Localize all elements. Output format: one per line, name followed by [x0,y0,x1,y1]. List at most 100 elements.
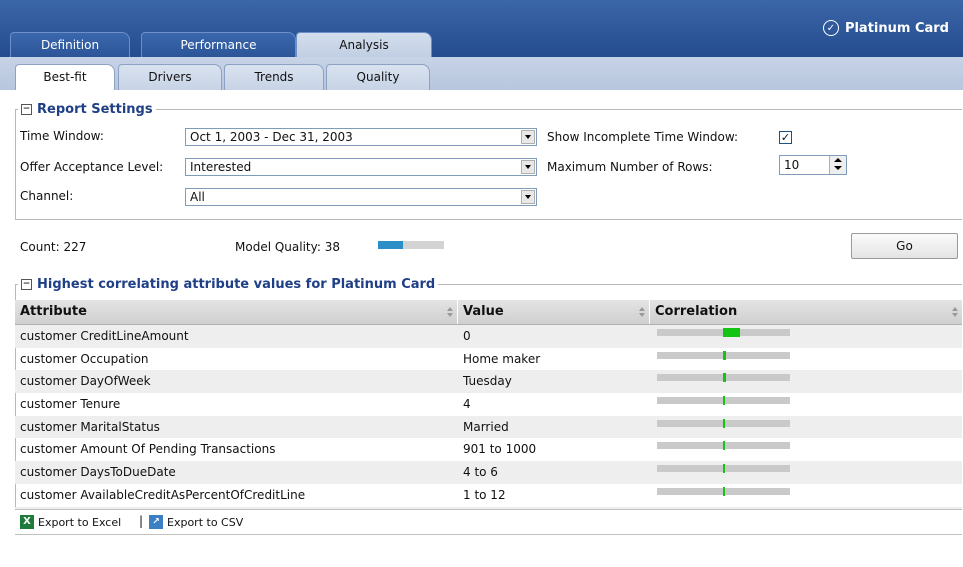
export-csv-button[interactable]: ↗ Export to CSV [149,513,243,531]
collapse-icon[interactable]: − [21,103,32,115]
correlation-mark [723,328,740,337]
correlation-bar [657,350,790,360]
model-quality-text: Model Quality: 38 [235,240,340,254]
subtab-label: Drivers [148,70,192,84]
select-value: Oct 1, 2003 - Dec 31, 2003 [190,130,353,144]
table-row[interactable]: customer DayOfWeek Tuesday [15,370,962,394]
results-table: Attribute Value Correlation customer Cre… [15,300,962,530]
cell-value: Married [463,419,509,434]
cell-attribute: customer DaysToDueDate [20,465,176,480]
cell-attribute: customer Tenure [20,397,121,412]
excel-icon: X [20,515,34,529]
check-icon: ✓ [780,131,791,144]
export-csv-label: Export to CSV [167,515,244,529]
sort-icon[interactable] [447,307,453,317]
cell-value: 4 [463,397,471,412]
subtab-quality[interactable]: Quality [326,64,430,90]
correlation-bar [657,328,790,337]
correlation-mark [723,396,725,406]
select-value: Interested [190,160,252,174]
table-row[interactable]: customer Amount Of Pending Transactions 9… [15,438,962,461]
chevron-down-icon[interactable] [521,190,535,204]
table-row[interactable]: customer CreditLineAmount 0 [15,325,962,348]
table-row[interactable]: customer Occupation Home maker [15,348,962,371]
show-incomplete-label: Show Incomplete Time Window: [547,130,739,144]
max-rows-label: Maximum Number of Rows: [547,160,713,174]
subtab-bar: Best-fit Drivers Trends Quality [0,57,963,90]
tab-performance[interactable]: Performance [141,32,296,57]
cell-value: 4 to 6 [463,465,498,480]
csv-icon: ↗ [149,515,163,529]
subtab-best-fit[interactable]: Best-fit [15,64,115,90]
correlation-bar [657,373,790,383]
report-settings-header[interactable]: − Report Settings [18,100,156,118]
cell-attribute: customer Occupation [20,351,149,366]
subtab-label: Best-fit [43,70,87,84]
chevron-down-icon[interactable] [521,160,535,174]
time-window-select[interactable]: Oct 1, 2003 - Dec 31, 2003 [185,128,537,146]
correlation-bar [657,464,790,474]
export-excel-button[interactable]: X Export to Excel [20,513,121,531]
model-quality-bar [378,241,444,249]
correlation-bar [657,418,790,428]
model-quality-fill [378,241,403,249]
column-title: Attribute [20,304,87,319]
tab-definition[interactable]: Definition [10,32,130,57]
channel-select[interactable]: All [185,188,537,206]
time-window-label: Time Window: [20,129,104,143]
channel-label: Channel: [20,189,74,203]
table-header: Attribute Value Correlation [15,300,962,325]
subtab-trends[interactable]: Trends [224,64,324,90]
arrow-up-icon[interactable] [834,158,842,162]
chevron-down-icon[interactable] [521,130,535,144]
subtab-drivers[interactable]: Drivers [118,64,222,90]
offer-acceptance-select[interactable]: Interested [185,158,537,176]
correlation-mark [723,418,725,428]
column-header-correlation[interactable]: Correlation [650,300,962,324]
cell-attribute: customer DayOfWeek [20,374,151,389]
cell-value: 1 to 12 [463,487,506,502]
collapse-icon[interactable]: − [21,278,32,290]
table-row[interactable]: customer AvailableCreditAsPercentOfCredi… [15,484,962,507]
correlation-mark [723,441,725,451]
table-footer: X Export to Excel | ↗ Export to CSV [15,509,962,535]
go-button[interactable]: Go [851,233,958,259]
export-excel-label: Export to Excel [38,515,122,529]
subtab-label: Quality [356,70,400,84]
results-header[interactable]: − Highest correlating attribute values f… [18,275,439,293]
column-title: Correlation [655,304,738,319]
table-row[interactable]: customer DaysToDueDate 4 to 6 [15,461,962,484]
tab-label: Analysis [339,38,389,52]
sort-icon[interactable] [952,307,958,317]
cell-attribute: customer CreditLineAmount [20,329,189,343]
offer-acceptance-label: Offer Acceptance Level: [20,160,164,174]
max-rows-spinner[interactable]: 10 [779,155,847,175]
sort-icon[interactable] [639,307,645,317]
brand: ✓ Platinum Card [822,20,949,36]
show-incomplete-checkbox[interactable]: ✓ [779,131,792,144]
cell-value: Tuesday [463,374,512,389]
cell-value: 901 to 1000 [463,442,537,457]
correlation-bar [657,441,790,451]
brand-title: Platinum Card [844,20,949,36]
column-header-attribute[interactable]: Attribute [15,300,458,324]
tab-label: Definition [40,38,100,52]
app-header: ✓ Platinum Card Definition Performance A… [0,0,963,57]
cell-attribute: customer Amount Of Pending Transactions [20,442,276,457]
table-row[interactable]: customer MaritalStatus Married [15,415,962,439]
spinner-buttons[interactable] [829,156,846,174]
table-row[interactable]: customer Tenure 4 [15,393,962,416]
correlation-bar [657,486,790,496]
count-text: Count: 227 [20,240,87,254]
cell-value: Home maker [463,351,541,366]
select-value: All [190,190,205,204]
correlation-mark [723,486,725,496]
tab-analysis[interactable]: Analysis [296,32,432,57]
correlation-mark [723,464,725,474]
section-border [15,109,962,110]
correlation-bar [657,396,790,406]
column-header-value[interactable]: Value [458,300,650,324]
arrow-down-icon[interactable] [834,166,842,170]
spinner-value: 10 [784,158,800,172]
section-title: Report Settings [37,101,153,117]
